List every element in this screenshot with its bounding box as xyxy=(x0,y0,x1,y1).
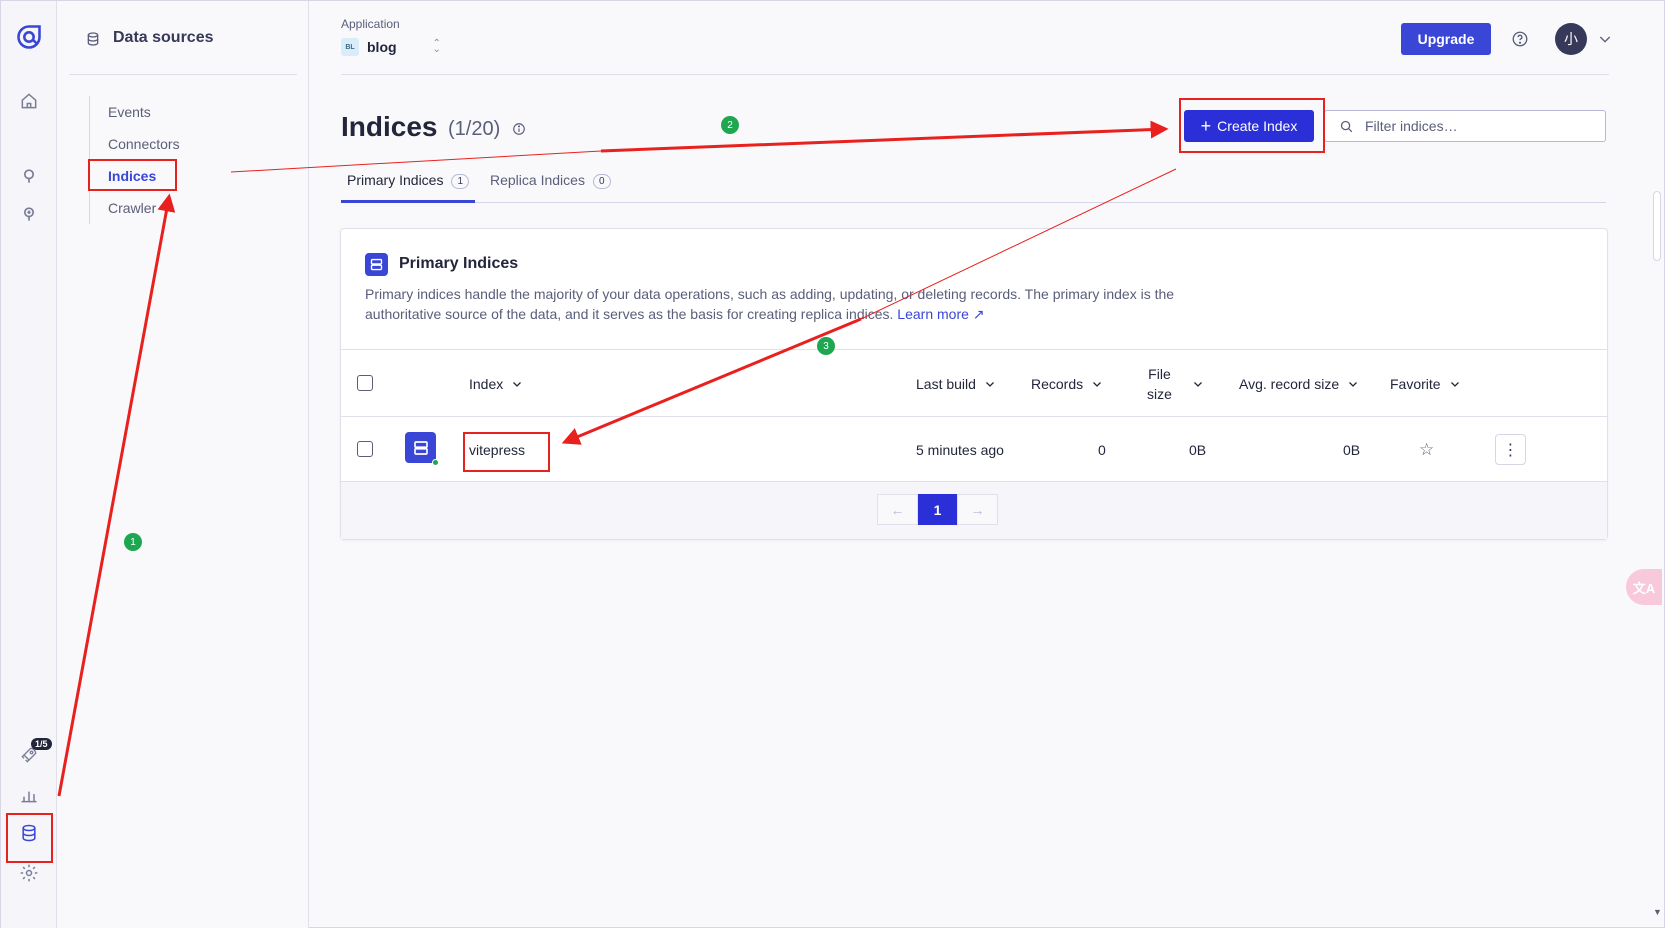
status-dot xyxy=(432,459,439,466)
search-icon xyxy=(1340,120,1353,133)
top-header: Application BL blog ⌃ ⌄ Upgrade 小 xyxy=(309,1,1611,75)
plus-icon: + xyxy=(1200,116,1212,136)
tab-replica-indices[interactable]: Replica Indices 0 xyxy=(484,166,617,203)
prev-page-button[interactable]: ← xyxy=(877,494,918,525)
index-stack-icon xyxy=(365,253,388,276)
database-icon[interactable] xyxy=(15,819,43,847)
column-last-build[interactable]: Last build xyxy=(916,350,996,418)
column-file-size[interactable]: File size xyxy=(1147,350,1204,418)
next-page-button[interactable]: → xyxy=(957,494,998,525)
lightbulb-icon[interactable] xyxy=(15,200,43,228)
home-icon[interactable] xyxy=(15,87,43,115)
column-label: Avg. record size xyxy=(1239,376,1340,392)
pagination: ← 1 → xyxy=(877,494,998,525)
column-label: File size xyxy=(1147,364,1172,404)
index-name-link[interactable]: vitepress xyxy=(469,417,525,482)
tab-count-badge: 1 xyxy=(451,174,470,189)
column-avg-record-size[interactable]: Avg. record size xyxy=(1239,350,1359,418)
index-stack-icon xyxy=(405,432,436,463)
page-title: Indices xyxy=(341,111,438,142)
column-label: Index xyxy=(469,376,504,392)
chevron-down-icon xyxy=(1450,382,1459,387)
filter-indices-input[interactable] xyxy=(1365,118,1585,134)
table-row[interactable]: vitepress 5 minutes ago 0 0B 0B ☆ ⋮ xyxy=(341,417,1607,482)
step-marker-2: 2 xyxy=(721,116,739,134)
app-tag: BL xyxy=(341,38,359,56)
database-icon xyxy=(87,32,99,46)
file-size-cell: 0B xyxy=(1189,441,1207,458)
upgrade-button[interactable]: Upgrade xyxy=(1401,23,1491,55)
chevron-up-down-icon: ⌃ ⌄ xyxy=(432,38,441,55)
card-description: Primary indices handle the majority of y… xyxy=(365,284,1225,324)
application-label: Application xyxy=(341,17,400,31)
help-icon[interactable] xyxy=(1511,30,1529,48)
tab-label: Replica Indices xyxy=(490,172,585,188)
chevron-down-icon xyxy=(1349,382,1358,387)
more-options-button[interactable]: ⋮ xyxy=(1495,434,1526,465)
tab-primary-indices[interactable]: Primary Indices 1 xyxy=(341,166,476,203)
primary-indices-card: Primary Indices Primary indices handle t… xyxy=(340,228,1608,540)
pagination-area: ← 1 → xyxy=(341,482,1607,539)
row-checkbox[interactable] xyxy=(357,441,373,457)
chevron-down-icon xyxy=(513,382,522,387)
scroll-down-arrow-icon[interactable]: ▼ xyxy=(1653,907,1662,917)
onboarding-progress-badge: 1/5 xyxy=(31,738,52,750)
description-text: Primary indices handle the majority of y… xyxy=(365,286,1175,322)
column-label: Favorite xyxy=(1390,376,1441,392)
column-label: Records xyxy=(1031,376,1084,392)
sidebar-item-crawler[interactable]: Crawler xyxy=(90,192,180,224)
arrow-step-2 xyxy=(600,120,1169,153)
column-label-line: size xyxy=(1147,386,1172,402)
column-index[interactable]: Index xyxy=(469,350,523,418)
avatar[interactable]: 小 xyxy=(1555,23,1587,55)
scrollbar-thumb[interactable] xyxy=(1653,191,1661,261)
sidebar-nav: Events Connectors Indices Crawler xyxy=(89,96,180,224)
records-cell: 0 xyxy=(1098,441,1106,458)
learn-more-link[interactable]: Learn more ↗ xyxy=(897,306,984,322)
index-tabs: Primary Indices 1 Replica Indices 0 xyxy=(341,166,1606,203)
column-label: Last build xyxy=(916,376,976,392)
sidebar-item-events[interactable]: Events xyxy=(90,96,180,128)
settings-icon[interactable] xyxy=(15,859,43,887)
sidebar-item-indices[interactable]: Indices xyxy=(90,160,180,192)
filter-indices-field[interactable] xyxy=(1324,110,1606,142)
chevron-down-icon xyxy=(985,382,994,387)
external-link-icon: ↗ xyxy=(972,306,985,322)
page-button-current[interactable]: 1 xyxy=(918,494,957,525)
icon-rail: 1/5 xyxy=(1,1,57,928)
favorite-star-icon[interactable]: ☆ xyxy=(1419,417,1434,482)
create-index-label: Create Index xyxy=(1217,118,1298,134)
sidebar-item-connectors[interactable]: Connectors xyxy=(90,128,180,160)
application-selector[interactable]: BL blog ⌃ ⌄ xyxy=(341,38,441,56)
chevron-down-icon xyxy=(1193,382,1202,387)
card-title: Primary Indices xyxy=(399,255,519,272)
sidebar-header: Data sources xyxy=(69,25,297,75)
sidebar: Data sources Events Connectors Indices C… xyxy=(57,1,309,928)
tab-count-badge: 0 xyxy=(592,174,611,189)
chevron-down-icon xyxy=(1093,382,1102,387)
create-index-button[interactable]: + Create Index xyxy=(1184,110,1314,142)
app-window: 1/5 Data sources Events Connectors Indic… xyxy=(0,0,1665,928)
column-label-line: File xyxy=(1148,366,1171,382)
index-count: (1/20) xyxy=(448,118,501,140)
avg-record-size-cell: 0B xyxy=(1343,441,1361,458)
select-all-checkbox[interactable] xyxy=(357,375,373,391)
info-icon[interactable] xyxy=(512,122,526,136)
table-header: Index Last build Records File size Avg. r… xyxy=(341,349,1607,417)
sidebar-title: Data sources xyxy=(113,29,214,46)
column-records[interactable]: Records xyxy=(1031,350,1103,418)
algolia-logo-icon[interactable] xyxy=(15,23,43,51)
tab-label: Primary Indices xyxy=(347,172,444,188)
app-name: blog xyxy=(367,39,397,55)
last-build-cell: 5 minutes ago xyxy=(916,441,1004,458)
chevron-down-icon[interactable] xyxy=(1597,31,1613,47)
learn-more-label: Learn more xyxy=(897,306,969,322)
analytics-icon[interactable] xyxy=(15,781,43,809)
column-favorite[interactable]: Favorite xyxy=(1390,350,1461,418)
translate-icon[interactable]: 文A xyxy=(1626,569,1662,605)
header-divider xyxy=(341,74,1609,75)
search-bulb-icon[interactable] xyxy=(15,162,43,190)
